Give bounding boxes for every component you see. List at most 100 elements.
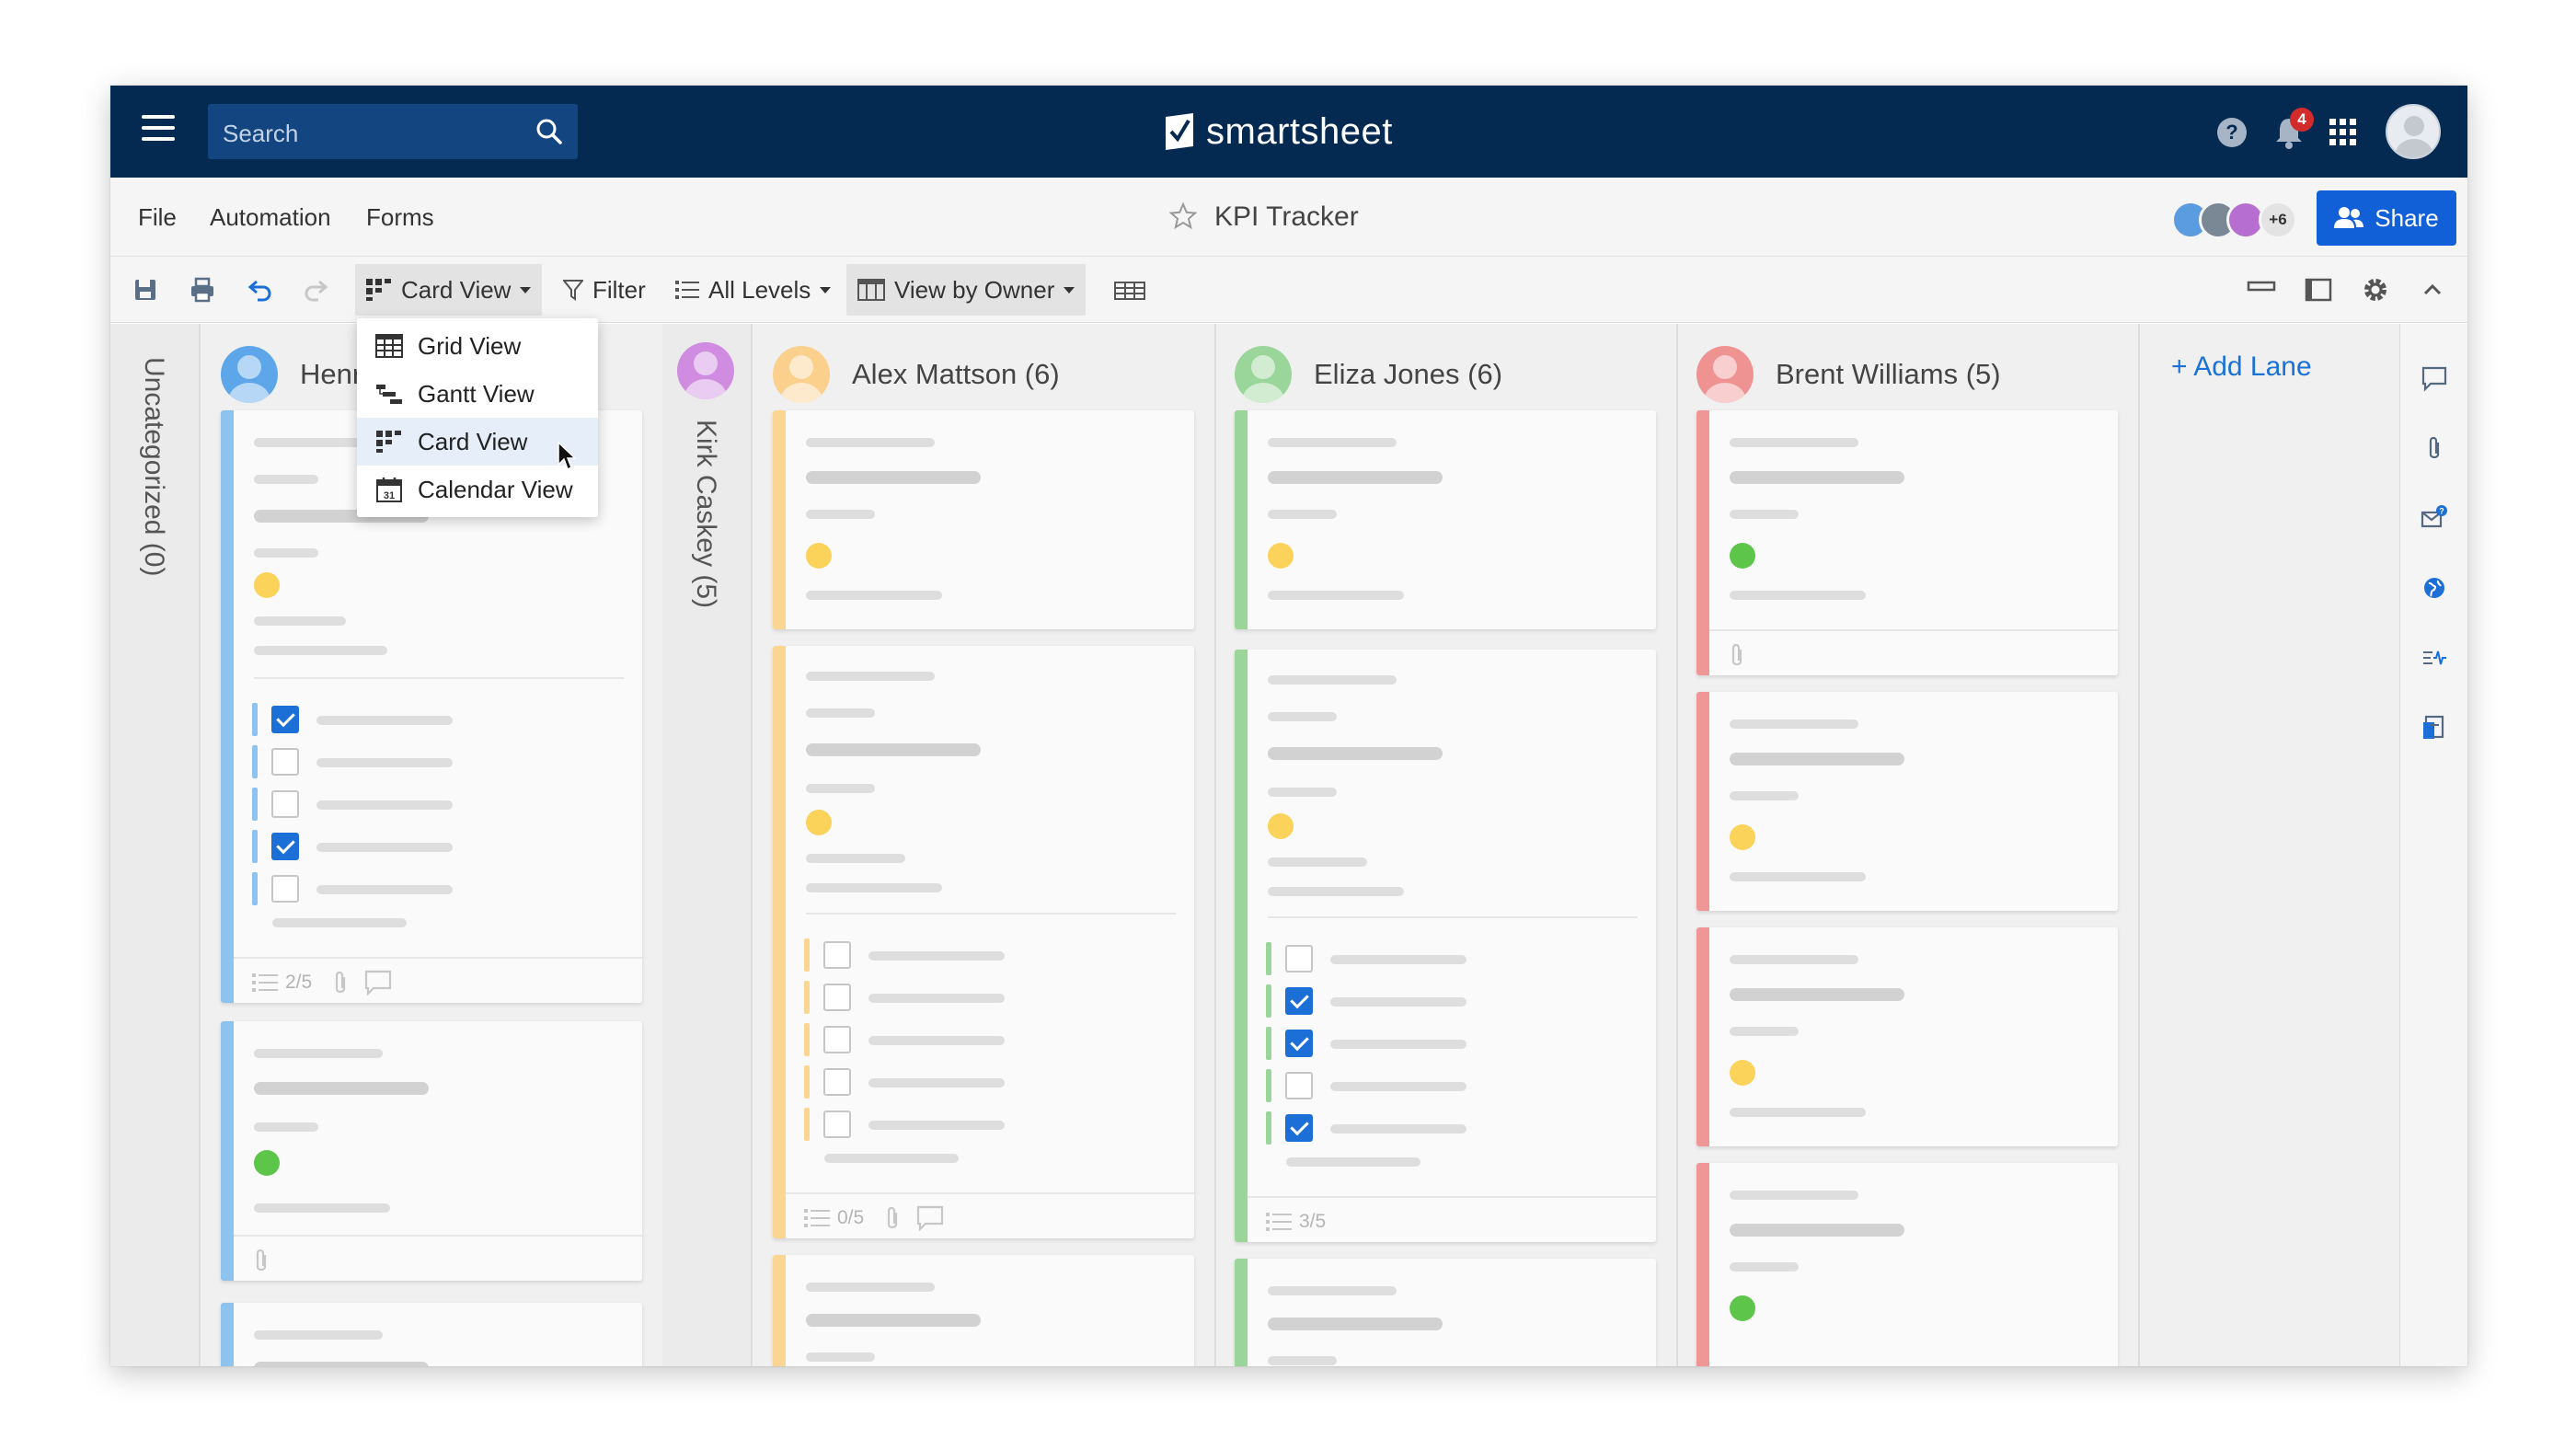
apps-grid-icon[interactable]: [2329, 119, 2357, 146]
status-dot: [1730, 1060, 1755, 1086]
checkbox[interactable]: [823, 1026, 851, 1053]
panel-toggle-icon[interactable]: [2304, 275, 2333, 305]
brand-name: smartsheet: [1206, 110, 1393, 152]
checkbox[interactable]: [1285, 945, 1313, 972]
save-icon[interactable]: [131, 275, 160, 305]
lane-eliza-header[interactable]: Eliza Jones (6): [1235, 342, 1502, 407]
card-view-icon: [376, 431, 401, 453]
notification-badge: 4: [2290, 108, 2314, 132]
avatar: [1235, 346, 1292, 403]
checkbox[interactable]: [271, 875, 299, 903]
conversations-icon[interactable]: [2421, 364, 2448, 392]
chevron-down-icon: [520, 286, 532, 293]
lane-henry-label: Henr: [300, 358, 362, 390]
card[interactable]: [1696, 410, 2118, 675]
update-requests-icon[interactable]: ?: [2421, 504, 2448, 532]
checkbox[interactable]: [271, 833, 299, 860]
search-icon[interactable]: [535, 118, 563, 145]
checkbox[interactable]: [823, 1111, 851, 1138]
checkbox[interactable]: [823, 984, 851, 1011]
card[interactable]: [1235, 410, 1656, 629]
card-view-icon: [366, 279, 391, 301]
lane-kirk-collapsed[interactable]: Kirk Caskey (5): [662, 324, 751, 1366]
lane-henry-header[interactable]: Henr: [221, 342, 362, 407]
menu-file[interactable]: File: [138, 203, 177, 232]
lane-divider: [199, 324, 201, 1366]
favorite-star-icon[interactable]: [1168, 201, 1198, 231]
card[interactable]: [1235, 1259, 1656, 1366]
lane-divider: [1214, 324, 1216, 1366]
checkbox[interactable]: [823, 941, 851, 969]
checklist-progress: 2/5: [285, 972, 313, 993]
checkbox[interactable]: [1285, 1072, 1313, 1099]
status-dot: [254, 572, 280, 598]
lanes-dropdown[interactable]: View by Owner: [846, 264, 1087, 316]
collapse-cards-icon[interactable]: [2247, 275, 2276, 305]
status-dot: [1268, 543, 1294, 569]
checkbox[interactable]: [271, 790, 299, 818]
collaborator-count[interactable]: +6: [2259, 201, 2297, 239]
lane-kirk-label: Kirk Caskey (5): [691, 420, 721, 609]
lane-eliza-label: Eliza Jones (6): [1314, 358, 1503, 390]
search-input[interactable]: Search: [208, 104, 578, 159]
share-button[interactable]: Share: [2317, 190, 2456, 246]
summary-icon[interactable]: [2421, 714, 2448, 742]
checklist-icon: [1266, 1213, 1292, 1231]
status-dot: [254, 1150, 280, 1176]
card[interactable]: [221, 1021, 642, 1281]
card[interactable]: [221, 1303, 642, 1366]
chevron-down-icon: [820, 286, 832, 293]
menu-item-calendar-view[interactable]: 31 Calendar View: [357, 466, 598, 513]
checkbox[interactable]: [1285, 987, 1313, 1015]
menu-item-label: Grid View: [418, 331, 522, 360]
attachment-icon: [256, 1249, 267, 1272]
view-switcher-button[interactable]: Card View: [355, 264, 543, 316]
lane-brent-header[interactable]: Brent Williams (5): [1696, 342, 2001, 407]
checkbox[interactable]: [271, 706, 299, 733]
menu-icon[interactable]: [142, 115, 175, 148]
card[interactable]: [773, 410, 1194, 629]
card-footer: [1709, 629, 2118, 675]
user-avatar[interactable]: [2386, 104, 2441, 159]
lane-divider: [1676, 324, 1678, 1366]
card[interactable]: [1696, 692, 2118, 911]
status-dot: [1730, 1295, 1755, 1321]
levels-label: All Levels: [708, 275, 811, 304]
menu-item-gantt-view[interactable]: Gantt View: [357, 370, 598, 418]
card-layout-icon[interactable]: [1113, 275, 1146, 305]
lane-divider: [2138, 324, 2140, 1366]
lane-divider: [751, 324, 753, 1366]
checkbox[interactable]: [823, 1068, 851, 1096]
lane-alex-header[interactable]: Alex Mattson (6): [773, 342, 1060, 407]
lane-uncategorized[interactable]: Uncategorized (0): [110, 324, 199, 1366]
checkbox[interactable]: [1285, 1114, 1313, 1142]
undo-icon[interactable]: [245, 275, 274, 305]
collaborator-avatars[interactable]: [2171, 201, 2265, 239]
print-icon[interactable]: [188, 275, 217, 305]
redo-icon[interactable]: [302, 275, 331, 305]
card[interactable]: [1696, 1163, 2118, 1366]
search-placeholder: Search: [223, 120, 299, 147]
menu-forms[interactable]: Forms: [366, 203, 434, 232]
chevron-up-icon[interactable]: [2418, 275, 2447, 305]
card[interactable]: [1696, 927, 2118, 1146]
chevron-down-icon: [1064, 286, 1075, 293]
publish-globe-icon[interactable]: [2421, 574, 2448, 602]
attachments-icon[interactable]: [2421, 434, 2448, 462]
menu-item-grid-view[interactable]: Grid View: [357, 322, 598, 370]
checkbox[interactable]: [1285, 1030, 1313, 1057]
activity-log-icon[interactable]: [2421, 644, 2448, 672]
checkbox[interactable]: [271, 748, 299, 776]
settings-gear-icon[interactable]: [2361, 275, 2390, 305]
add-lane-button[interactable]: + Add Lane: [2171, 351, 2312, 383]
help-icon[interactable]: ?: [2217, 118, 2247, 147]
checklist-progress: 0/5: [837, 1207, 865, 1228]
card[interactable]: [773, 1255, 1194, 1366]
card[interactable]: 0/5: [773, 646, 1194, 1238]
attachment-icon: [887, 1206, 898, 1229]
card[interactable]: 3/5: [1235, 650, 1656, 1242]
menu-automation[interactable]: Automation: [210, 203, 331, 232]
filter-button[interactable]: Filter: [552, 264, 657, 316]
levels-dropdown[interactable]: All Levels: [664, 264, 842, 316]
status-dot: [1730, 824, 1755, 850]
